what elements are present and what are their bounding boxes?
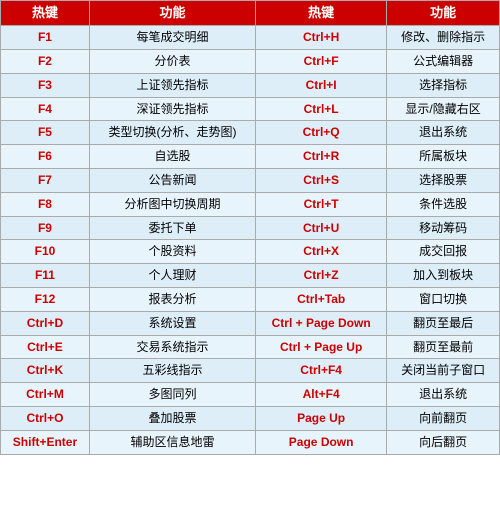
hotkey-cell: Shift+Enter	[1, 430, 90, 454]
func-cell: 辅助区信息地雷	[89, 430, 255, 454]
hotkey-cell: Ctrl + Page Up	[256, 335, 387, 359]
table-row: F9委托下单Ctrl+U移动筹码	[1, 216, 500, 240]
func-cell: 退出系统	[387, 121, 500, 145]
func-cell: 每笔成交明细	[89, 26, 255, 50]
header-func2: 功能	[387, 1, 500, 26]
hotkey-cell: Ctrl+U	[256, 216, 387, 240]
func-cell: 翻页至最后	[387, 311, 500, 335]
func-cell: 选择指标	[387, 73, 500, 97]
func-cell: 选择股票	[387, 168, 500, 192]
hotkey-cell: F1	[1, 26, 90, 50]
func-cell: 报表分析	[89, 287, 255, 311]
func-cell: 个人理财	[89, 264, 255, 288]
hotkey-cell: Ctrl+M	[1, 383, 90, 407]
hotkey-cell: Alt+F4	[256, 383, 387, 407]
hotkey-cell: Ctrl+H	[256, 26, 387, 50]
table-row: Ctrl+M多图同列Alt+F4退出系统	[1, 383, 500, 407]
func-cell: 显示/隐藏右区	[387, 97, 500, 121]
func-cell: 向前翻页	[387, 406, 500, 430]
func-cell: 五彩线指示	[89, 359, 255, 383]
table-row: F4深证领先指标Ctrl+L显示/隐藏右区	[1, 97, 500, 121]
func-cell: 关闭当前子窗口	[387, 359, 500, 383]
func-cell: 公式编辑器	[387, 49, 500, 73]
hotkey-cell: Ctrl+Tab	[256, 287, 387, 311]
hotkey-cell: Ctrl+F	[256, 49, 387, 73]
func-cell: 翻页至最前	[387, 335, 500, 359]
hotkey-cell: Ctrl+O	[1, 406, 90, 430]
table-row: Shift+Enter辅助区信息地雷Page Down向后翻页	[1, 430, 500, 454]
hotkey-cell: Ctrl+I	[256, 73, 387, 97]
hotkey-cell: F6	[1, 145, 90, 169]
hotkey-cell: Ctrl+Q	[256, 121, 387, 145]
func-cell: 条件选股	[387, 192, 500, 216]
table-row: F3上证领先指标Ctrl+I选择指标	[1, 73, 500, 97]
hotkey-cell: F8	[1, 192, 90, 216]
func-cell: 交易系统指示	[89, 335, 255, 359]
hotkey-cell: Ctrl+R	[256, 145, 387, 169]
func-cell: 加入到板块	[387, 264, 500, 288]
hotkey-cell: Page Up	[256, 406, 387, 430]
func-cell: 成交回报	[387, 240, 500, 264]
table-row: F10个股资料Ctrl+X成交回报	[1, 240, 500, 264]
table-row: Ctrl+E交易系统指示Ctrl + Page Up翻页至最前	[1, 335, 500, 359]
hotkey-cell: Ctrl+K	[1, 359, 90, 383]
func-cell: 退出系统	[387, 383, 500, 407]
func-cell: 多图同列	[89, 383, 255, 407]
hotkey-cell: Ctrl+X	[256, 240, 387, 264]
table-row: F1每笔成交明细Ctrl+H修改、删除指示	[1, 26, 500, 50]
func-cell: 分价表	[89, 49, 255, 73]
func-cell: 窗口切换	[387, 287, 500, 311]
func-cell: 上证领先指标	[89, 73, 255, 97]
table-row: Ctrl+K五彩线指示Ctrl+F4关闭当前子窗口	[1, 359, 500, 383]
func-cell: 公告新闻	[89, 168, 255, 192]
header-hotkey2: 热键	[256, 1, 387, 26]
hotkey-cell: F9	[1, 216, 90, 240]
hotkey-cell: F11	[1, 264, 90, 288]
func-cell: 修改、删除指示	[387, 26, 500, 50]
hotkey-table: 热键 功能 热键 功能 F1每笔成交明细Ctrl+H修改、删除指示F2分价表Ct…	[0, 0, 500, 455]
hotkey-cell: F7	[1, 168, 90, 192]
func-cell: 系统设置	[89, 311, 255, 335]
header-func1: 功能	[89, 1, 255, 26]
hotkey-cell: F5	[1, 121, 90, 145]
hotkey-cell: F4	[1, 97, 90, 121]
hotkey-cell: F12	[1, 287, 90, 311]
hotkey-cell: F2	[1, 49, 90, 73]
table-row: Ctrl+O叠加股票Page Up向前翻页	[1, 406, 500, 430]
hotkey-cell: F10	[1, 240, 90, 264]
func-cell: 所属板块	[387, 145, 500, 169]
header-hotkey1: 热键	[1, 1, 90, 26]
hotkey-cell: Ctrl + Page Down	[256, 311, 387, 335]
table-row: F6自选股Ctrl+R所属板块	[1, 145, 500, 169]
func-cell: 向后翻页	[387, 430, 500, 454]
table-row: Ctrl+D系统设置Ctrl + Page Down翻页至最后	[1, 311, 500, 335]
table-row: F5类型切换(分析、走势图)Ctrl+Q退出系统	[1, 121, 500, 145]
hotkey-cell: F3	[1, 73, 90, 97]
func-cell: 深证领先指标	[89, 97, 255, 121]
table-row: F2分价表Ctrl+F公式编辑器	[1, 49, 500, 73]
hotkey-cell: Ctrl+D	[1, 311, 90, 335]
hotkey-cell: Ctrl+F4	[256, 359, 387, 383]
table-row: F12报表分析Ctrl+Tab窗口切换	[1, 287, 500, 311]
func-cell: 自选股	[89, 145, 255, 169]
hotkey-cell: Ctrl+Z	[256, 264, 387, 288]
table-row: F7公告新闻Ctrl+S选择股票	[1, 168, 500, 192]
hotkey-cell: Page Down	[256, 430, 387, 454]
func-cell: 类型切换(分析、走势图)	[89, 121, 255, 145]
hotkey-cell: Ctrl+L	[256, 97, 387, 121]
hotkey-cell: Ctrl+S	[256, 168, 387, 192]
func-cell: 委托下单	[89, 216, 255, 240]
table-row: F11个人理财Ctrl+Z加入到板块	[1, 264, 500, 288]
func-cell: 分析图中切换周期	[89, 192, 255, 216]
hotkey-cell: Ctrl+T	[256, 192, 387, 216]
func-cell: 移动筹码	[387, 216, 500, 240]
func-cell: 叠加股票	[89, 406, 255, 430]
table-row: F8分析图中切换周期Ctrl+T条件选股	[1, 192, 500, 216]
func-cell: 个股资料	[89, 240, 255, 264]
hotkey-cell: Ctrl+E	[1, 335, 90, 359]
